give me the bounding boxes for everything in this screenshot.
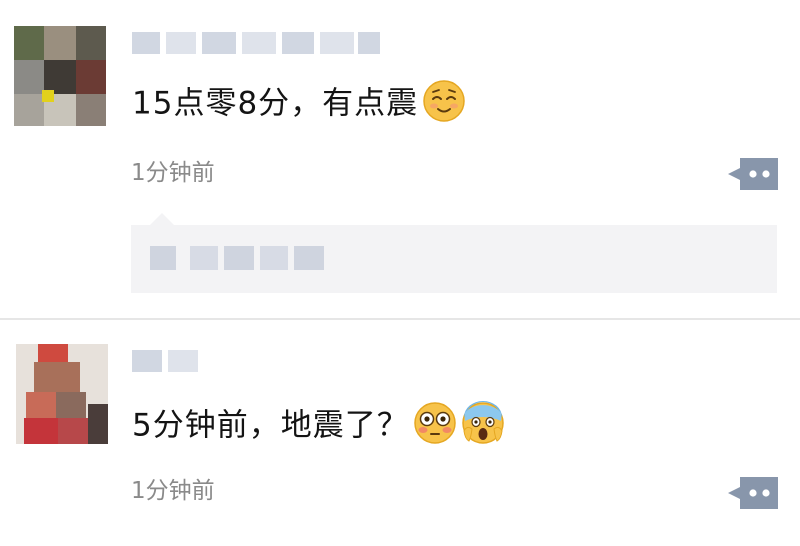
liker-name-blurred-part	[260, 246, 288, 270]
post-time: 1分钟前	[131, 478, 215, 504]
relieved-face-emoji	[422, 79, 466, 123]
comment-button[interactable]	[728, 477, 778, 509]
liker-name-blurred-part	[224, 246, 254, 270]
comment-icon	[728, 477, 778, 509]
post-message: 5分钟前，地震了？	[132, 401, 505, 449]
like-icon-blurred	[150, 246, 176, 270]
avatar[interactable]	[14, 26, 106, 126]
comment-icon	[728, 158, 778, 190]
post-message: 15点零8分，有点震	[132, 80, 466, 127]
screaming-face-emoji	[461, 401, 505, 445]
avatar[interactable]	[16, 344, 108, 444]
post-message-text: 15点零8分，有点震	[132, 85, 419, 122]
flushed-face-emoji	[413, 401, 457, 445]
liker-name-blurred[interactable]	[190, 246, 218, 270]
post-time: 1分钟前	[131, 160, 215, 186]
likes-pointer	[150, 213, 174, 225]
liker-name-blurred-part	[294, 246, 324, 270]
comment-button[interactable]	[728, 158, 778, 190]
post-message-text: 5分钟前，地震了？	[132, 407, 409, 444]
